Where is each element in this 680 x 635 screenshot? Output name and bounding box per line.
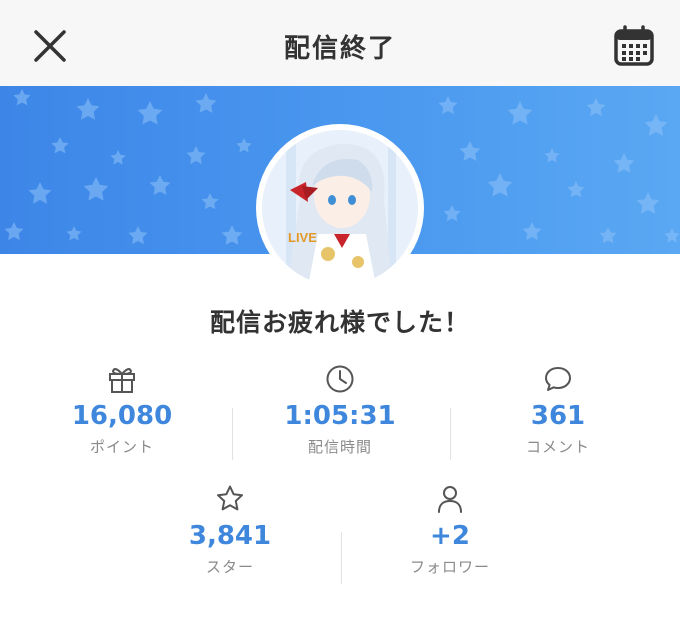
page-title: 配信終了: [283, 34, 396, 64]
comments-value: 361: [530, 401, 586, 431]
comments-label: コメント: [525, 438, 590, 456]
duration-value: 1:05:31: [284, 401, 396, 431]
stars-label: スター: [205, 558, 254, 576]
stars-value: 3,841: [188, 521, 272, 551]
comment-icon: [545, 367, 571, 391]
live-badge: LIVE: [288, 230, 317, 245]
star-icon: [217, 485, 243, 511]
followers-label: フォロワー: [409, 558, 490, 576]
stat-stars: 3,841 スター: [120, 483, 340, 577]
stat-points: 16,080 ポイント: [12, 363, 232, 457]
clock-icon: [326, 365, 354, 393]
calendar-button[interactable]: [612, 24, 656, 68]
avatar[interactable]: LIVE: [256, 124, 424, 292]
stat-duration: 1:05:31 配信時間: [230, 363, 450, 457]
calendar-icon: [614, 25, 654, 66]
stat-followers: +2 フォロワー: [340, 483, 560, 577]
header-bar: 配信終了: [0, 0, 680, 86]
points-value: 16,080: [71, 401, 173, 431]
stat-comments: 361 コメント: [448, 363, 668, 457]
gift-icon: [109, 368, 135, 393]
person-icon: [438, 486, 462, 513]
summary-message: 配信お疲れ様でした！: [209, 308, 470, 337]
duration-label: 配信時間: [307, 438, 372, 456]
points-label: ポイント: [89, 438, 154, 456]
avatar-image: LIVE: [262, 130, 418, 286]
followers-value: +2: [430, 521, 470, 551]
